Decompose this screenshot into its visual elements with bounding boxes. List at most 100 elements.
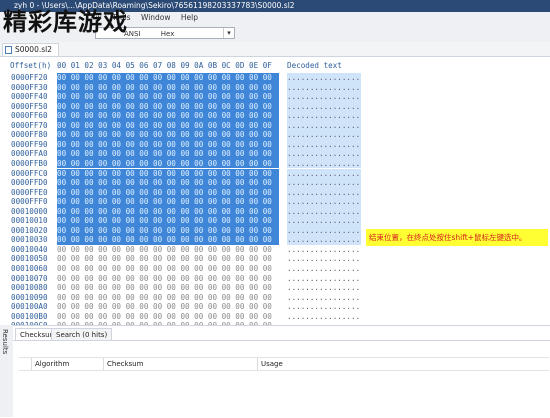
hex-row[interactable]: 00010000 00 00 00 00 00 00 00 00 00 00 00… xyxy=(0,206,550,217)
row-decoded-text[interactable]: ................ xyxy=(287,254,361,264)
row-decoded-text[interactable]: ................ xyxy=(287,225,361,236)
row-decoded-text[interactable]: ................ xyxy=(287,149,361,159)
row-hex-bytes[interactable]: 00 00 00 00 00 00 00 00 00 00 00 00 00 0… xyxy=(57,73,279,83)
row-decoded-text[interactable]: ................ xyxy=(287,187,361,198)
row-hex-bytes[interactable]: 00 00 00 00 00 00 00 00 00 00 00 00 00 0… xyxy=(57,235,279,245)
hex-row[interactable]: 00010060 00 00 00 00 00 00 00 00 00 00 00… xyxy=(0,264,550,274)
hex-row[interactable]: 000100A0 00 00 00 00 00 00 00 00 00 00 00… xyxy=(0,302,550,312)
col-checksum[interactable]: Checksum xyxy=(103,358,259,370)
col-usage[interactable]: Usage xyxy=(257,358,351,370)
hex-row[interactable]: 0000FF20 00 00 00 00 00 00 00 00 00 00 00… xyxy=(0,73,550,83)
tab-divider xyxy=(13,340,550,341)
hex-row[interactable]: 0000FFB0 00 00 00 00 00 00 00 00 00 00 00… xyxy=(0,158,550,169)
row-offset: 00010050 xyxy=(11,254,48,264)
hex-row[interactable]: 00010010 00 00 00 00 00 00 00 00 00 00 00… xyxy=(0,216,550,226)
row-decoded-text[interactable]: ................ xyxy=(287,120,361,131)
row-hex-bytes[interactable]: 00 00 00 00 00 00 00 00 00 00 00 00 00 0… xyxy=(57,264,279,274)
row-hex-bytes[interactable]: 00 00 00 00 00 00 00 00 00 00 00 00 00 0… xyxy=(57,293,279,303)
row-hex-bytes[interactable]: 00 00 00 00 00 00 00 00 00 00 00 00 00 0… xyxy=(57,254,279,264)
hex-row[interactable]: 0000FF30 00 00 00 00 00 00 00 00 00 00 00… xyxy=(0,82,550,93)
row-offset: 0000FF80 xyxy=(11,130,48,140)
hex-row[interactable]: 0000FF50 00 00 00 00 00 00 00 00 00 00 00… xyxy=(0,101,550,112)
row-hex-bytes[interactable]: 00 00 00 00 00 00 00 00 00 00 00 00 00 0… xyxy=(57,216,279,226)
row-hex-bytes[interactable]: 00 00 00 00 00 00 00 00 00 00 00 00 00 0… xyxy=(57,187,279,198)
row-hex-bytes[interactable]: 00 00 00 00 00 00 00 00 00 00 00 00 00 0… xyxy=(57,206,279,217)
row-offset: 0000FF40 xyxy=(11,92,48,102)
row-decoded-text[interactable]: ................ xyxy=(287,274,361,284)
row-decoded-text[interactable]: ................ xyxy=(287,101,361,112)
hex-row[interactable]: 0000FF70 00 00 00 00 00 00 00 00 00 00 00… xyxy=(0,120,550,131)
tab-file[interactable]: S0000.sl2 xyxy=(2,43,59,56)
row-hex-bytes[interactable]: 00 00 00 00 00 00 00 00 00 00 00 00 00 0… xyxy=(57,168,279,178)
row-decoded-text[interactable]: ................ xyxy=(287,206,361,217)
row-decoded-text[interactable]: ................ xyxy=(287,312,361,322)
hex-row[interactable]: 0000FF80 00 00 00 00 00 00 00 00 00 00 00… xyxy=(0,130,550,140)
hex-row[interactable]: 0000FFA0 00 00 00 00 00 00 00 00 00 00 00… xyxy=(0,149,550,159)
row-offset: 00010090 xyxy=(11,292,48,302)
row-offset: 0000FFA0 xyxy=(11,149,48,159)
results-side-label: Results xyxy=(1,329,9,355)
hex-row[interactable]: 0000FF40 00 00 00 00 00 00 00 00 00 00 00… xyxy=(0,92,550,102)
hex-row[interactable]: 0000FFD0 00 00 00 00 00 00 00 00 00 00 00… xyxy=(0,178,550,188)
row-decoded-text[interactable]: ................ xyxy=(287,130,361,140)
row-offset: 000100B0 xyxy=(11,311,48,321)
menu-item-window[interactable]: Window xyxy=(141,13,171,22)
row-decoded-text[interactable]: ................ xyxy=(287,139,361,150)
row-hex-bytes[interactable]: 00 00 00 00 00 00 00 00 00 00 00 00 00 0… xyxy=(57,139,279,150)
row-hex-bytes[interactable]: 00 00 00 00 00 00 00 00 00 00 00 00 00 0… xyxy=(57,120,279,131)
hex-row[interactable]: 0000FF90 00 00 00 00 00 00 00 00 00 00 00… xyxy=(0,139,550,150)
row-hex-bytes[interactable]: 00 00 00 00 00 00 00 00 00 00 00 00 00 0… xyxy=(57,149,279,159)
row-decoded-text[interactable]: ................ xyxy=(287,92,361,102)
row-hex-bytes[interactable]: 00 00 00 00 00 00 00 00 00 00 00 00 00 0… xyxy=(57,130,279,140)
row-decoded-text[interactable]: ................ xyxy=(287,178,361,188)
row-offset: 0000FFC0 xyxy=(11,168,48,178)
row-decoded-text[interactable]: ................ xyxy=(287,302,361,312)
row-hex-bytes[interactable]: 00 00 00 00 00 00 00 00 00 00 00 00 00 0… xyxy=(57,92,279,102)
hex-row[interactable]: 0000FFC0 00 00 00 00 00 00 00 00 00 00 00… xyxy=(0,168,550,178)
results-side-tab[interactable]: Results xyxy=(0,325,14,417)
row-decoded-text[interactable]: ................ xyxy=(287,293,361,303)
row-hex-bytes[interactable]: 00 00 00 00 00 00 00 00 00 00 00 00 00 0… xyxy=(57,101,279,112)
hex-row[interactable]: 00010050 00 00 00 00 00 00 00 00 00 00 00… xyxy=(0,254,550,264)
hex-row[interactable]: 0000FF60 00 00 00 00 00 00 00 00 00 00 00… xyxy=(0,111,550,121)
row-decoded-text[interactable]: ................ xyxy=(287,73,361,83)
row-offset: 0000FF30 xyxy=(11,82,48,92)
row-decoded-text[interactable]: ................ xyxy=(287,82,361,93)
chevron-down-icon[interactable]: ▾ xyxy=(223,28,234,38)
row-offset: 00010030 xyxy=(11,235,48,245)
row-offset: 0000FF50 xyxy=(11,101,48,111)
row-offset: 0000FF90 xyxy=(11,139,48,149)
row-decoded-text[interactable]: ................ xyxy=(287,235,361,245)
row-hex-bytes[interactable]: 00 00 00 00 00 00 00 00 00 00 00 00 00 0… xyxy=(57,245,279,255)
row-hex-bytes[interactable]: 00 00 00 00 00 00 00 00 00 00 00 00 00 0… xyxy=(57,302,279,312)
row-hex-bytes[interactable]: 00 00 00 00 00 00 00 00 00 00 00 00 00 0… xyxy=(57,312,279,322)
row-hex-bytes[interactable]: 00 00 00 00 00 00 00 00 00 00 00 00 00 0… xyxy=(57,178,279,188)
row-hex-bytes[interactable]: 00 00 00 00 00 00 00 00 00 00 00 00 00 0… xyxy=(57,158,279,169)
hex-editor[interactable]: Offset(h) 00 01 02 03 04 05 06 07 08 09 … xyxy=(0,57,550,330)
hex-row[interactable]: 00010070 00 00 00 00 00 00 00 00 00 00 00… xyxy=(0,274,550,284)
hex-row[interactable]: 0000FFE0 00 00 00 00 00 00 00 00 00 00 00… xyxy=(0,187,550,198)
row-hex-bytes[interactable]: 00 00 00 00 00 00 00 00 00 00 00 00 00 0… xyxy=(57,225,279,236)
row-hex-bytes[interactable]: 00 00 00 00 00 00 00 00 00 00 00 00 00 0… xyxy=(57,111,279,121)
hex-row[interactable]: 000100B0 00 00 00 00 00 00 00 00 00 00 00… xyxy=(0,312,550,322)
row-decoded-text[interactable]: ................ xyxy=(287,111,361,121)
offset-header: Offset(h) xyxy=(10,61,52,70)
row-decoded-text[interactable]: ................ xyxy=(287,158,361,169)
row-decoded-text[interactable]: ................ xyxy=(287,197,361,207)
row-hex-bytes[interactable]: 00 00 00 00 00 00 00 00 00 00 00 00 00 0… xyxy=(57,283,279,293)
menu-item-help[interactable]: Help xyxy=(181,13,198,22)
hex-row[interactable]: 00010090 00 00 00 00 00 00 00 00 00 00 00… xyxy=(0,293,550,303)
row-hex-bytes[interactable]: 00 00 00 00 00 00 00 00 00 00 00 00 00 0… xyxy=(57,274,279,284)
row-hex-bytes[interactable]: 00 00 00 00 00 00 00 00 00 00 00 00 00 0… xyxy=(57,197,279,207)
hex-row[interactable]: 00010040 00 00 00 00 00 00 00 00 00 00 00… xyxy=(0,245,550,255)
row-decoded-text[interactable]: ................ xyxy=(287,283,361,293)
row-decoded-text[interactable]: ................ xyxy=(287,264,361,274)
row-decoded-text[interactable]: ................ xyxy=(287,216,361,226)
row-decoded-text[interactable]: ................ xyxy=(287,245,361,255)
hex-row[interactable]: 00010080 00 00 00 00 00 00 00 00 00 00 00… xyxy=(0,283,550,293)
row-decoded-text[interactable]: ................ xyxy=(287,168,361,178)
row-offset: 0000FF70 xyxy=(11,120,48,130)
col-algorithm[interactable]: Algorithm xyxy=(31,358,105,370)
hex-row[interactable]: 0000FFF0 00 00 00 00 00 00 00 00 00 00 00… xyxy=(0,197,550,207)
row-hex-bytes[interactable]: 00 00 00 00 00 00 00 00 00 00 00 00 00 0… xyxy=(57,82,279,93)
